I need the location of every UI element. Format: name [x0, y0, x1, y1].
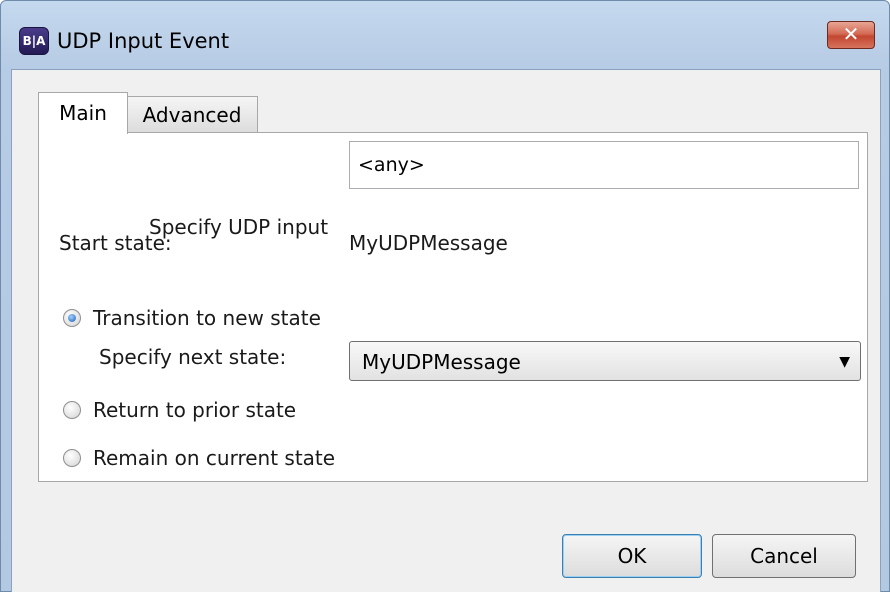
cancel-button[interactable]: Cancel: [712, 534, 856, 578]
next-state-dropdown[interactable]: MyUDPMessage ▼: [349, 341, 861, 381]
radio-label: Return to prior state: [93, 398, 297, 422]
close-button[interactable]: ✕: [827, 21, 875, 49]
ok-button[interactable]: OK: [562, 534, 702, 578]
dialog-window: B|A UDP Input Event ✕ Main Advanced Spec…: [0, 0, 890, 592]
window-title: UDP Input Event: [57, 29, 230, 53]
udp-input-label: Specify UDP input: [149, 215, 329, 239]
chevron-down-icon: ▼: [839, 354, 850, 370]
radio-label: Remain on current state: [93, 446, 336, 470]
tab-panel-main: Specify UDP input Start state: MyUDPMess…: [38, 132, 868, 482]
start-state-value: MyUDPMessage: [349, 231, 508, 255]
udp-input-field[interactable]: [349, 141, 859, 189]
dialog-client-area: Main Advanced Specify UDP input Start st…: [11, 69, 881, 592]
next-state-label: Specify next state:: [99, 345, 287, 369]
app-logo-icon: B|A: [19, 27, 49, 55]
tab-main[interactable]: Main: [38, 92, 128, 134]
radio-button[interactable]: [63, 401, 81, 419]
next-state-selected-value: MyUDPMessage: [362, 350, 521, 374]
radio-button-checked[interactable]: [63, 309, 81, 327]
close-icon: ✕: [842, 22, 860, 46]
start-state-label: Start state:: [59, 231, 172, 255]
radio-button[interactable]: [63, 449, 81, 467]
radio-label: Transition to new state: [93, 306, 321, 330]
tab-advanced[interactable]: Advanced: [126, 96, 258, 133]
